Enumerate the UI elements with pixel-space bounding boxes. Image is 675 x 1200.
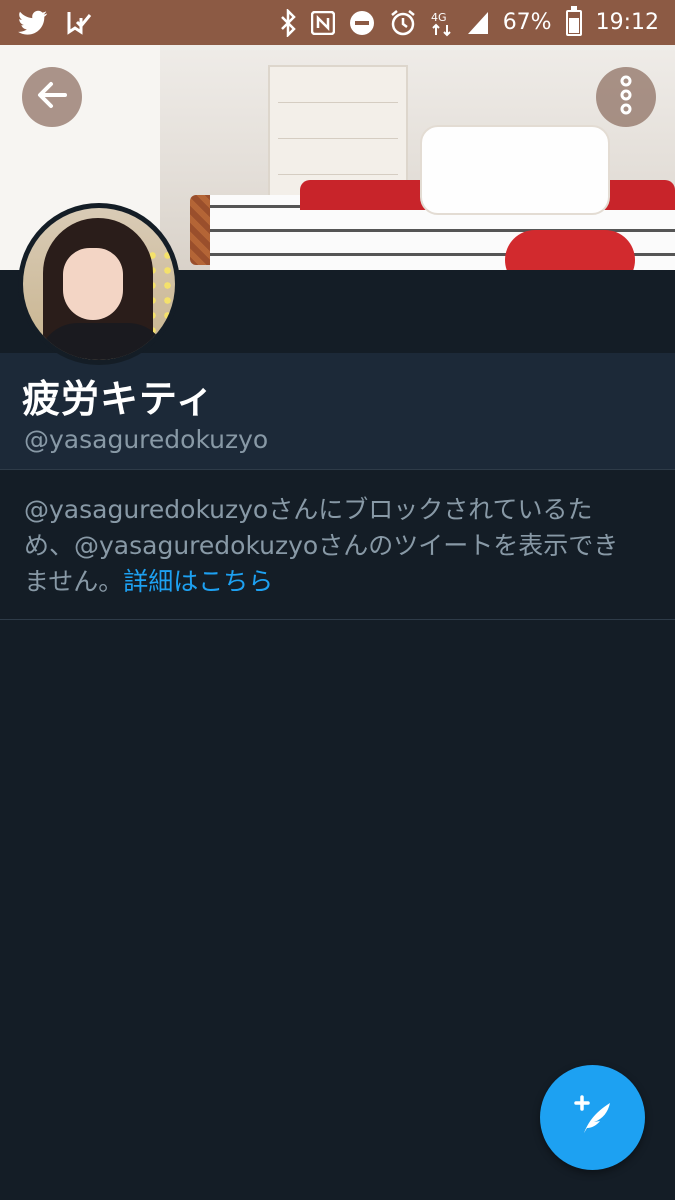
svg-text:4G: 4G	[431, 11, 447, 24]
signal-icon	[467, 11, 489, 35]
back-button[interactable]	[22, 67, 82, 127]
alarm-icon	[389, 9, 417, 37]
avatar[interactable]	[18, 203, 180, 365]
status-bar: 4G 67% 19:12	[0, 0, 675, 45]
do-not-disturb-icon	[349, 10, 375, 36]
more-options-button[interactable]	[596, 67, 656, 127]
nfc-icon	[310, 10, 335, 35]
blocked-notice: @yasaguredokuzyoさんにブロックされているため、@yasagure…	[24, 492, 634, 600]
arrow-left-icon	[35, 78, 69, 116]
compose-tweet-button[interactable]	[540, 1065, 645, 1170]
clock: 19:12	[595, 10, 659, 35]
data-arrows-icon: 4G	[431, 9, 453, 37]
avatar-image	[23, 208, 175, 360]
battery-icon	[565, 5, 582, 36]
battery-percent: 67%	[502, 10, 552, 35]
check-list-icon	[66, 10, 92, 36]
display-name: 疲労キティ	[22, 377, 215, 421]
user-handle: @yasaguredokuzyo	[24, 425, 269, 454]
compose-tweet-icon	[568, 1091, 618, 1145]
bluetooth-icon	[279, 8, 297, 37]
learn-more-link[interactable]: 詳細はこちら	[123, 567, 273, 596]
twitter-icon	[18, 10, 48, 36]
divider	[0, 619, 675, 620]
blocked-notice-text: @yasaguredokuzyoさんにブロックされているため、@yasagure…	[24, 495, 619, 596]
more-vertical-icon	[616, 75, 636, 119]
